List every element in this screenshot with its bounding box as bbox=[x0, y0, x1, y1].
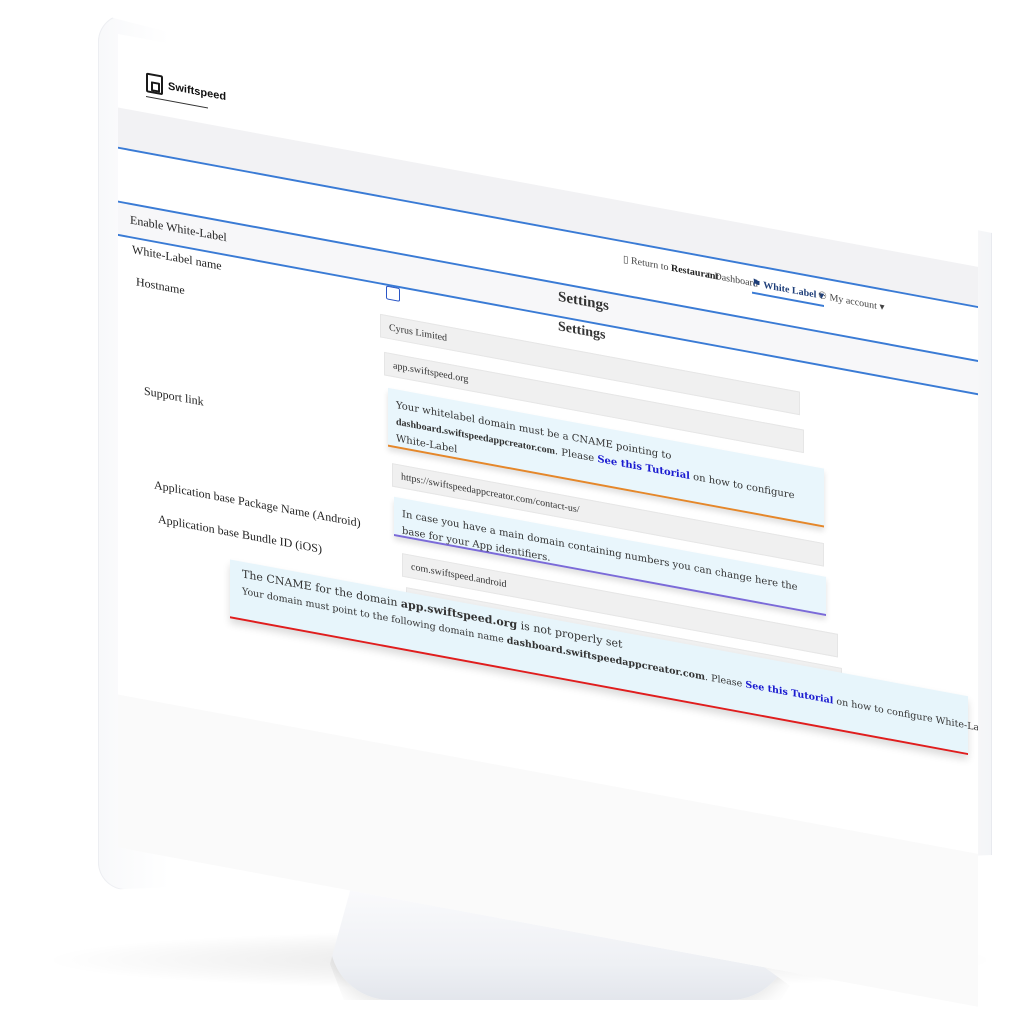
logo-icon bbox=[146, 72, 163, 96]
page-title: Settings bbox=[558, 289, 609, 315]
logo[interactable]: Swiftspeed bbox=[146, 72, 227, 107]
tag-icon: ⚑ bbox=[752, 277, 761, 291]
hostname-label: Hostname bbox=[136, 274, 185, 298]
mobile-icon: ▯ bbox=[623, 254, 629, 266]
nav-return-link[interactable]: ▯ Return to Restaurant bbox=[623, 254, 719, 283]
hostname-tutorial-link[interactable]: See this Tutorial bbox=[597, 454, 690, 482]
user-icon: ⚇ bbox=[818, 290, 827, 303]
alert-line2-please: . Please bbox=[705, 671, 743, 690]
hostname-note-please: . Please bbox=[554, 446, 595, 465]
nav-return-prefix: Return to bbox=[631, 255, 669, 274]
section-title: Settings bbox=[558, 319, 606, 343]
monitor-screen: Swiftspeed ▯ Return to Restaurant ⌂ Dash… bbox=[118, 34, 978, 1007]
home-icon: ⌂ bbox=[706, 269, 713, 282]
nav-white-label-label: White Label bbox=[763, 280, 817, 301]
nav-my-account-label: My account bbox=[829, 292, 877, 312]
caret-down-icon: ▾ bbox=[879, 301, 885, 314]
support-link-label: Support link bbox=[144, 383, 204, 409]
logo-text: Swiftspeed bbox=[168, 80, 227, 104]
enable-white-label-checkbox[interactable] bbox=[386, 285, 400, 302]
nav-white-label-link[interactable]: ⚑ White Label ▾ bbox=[752, 277, 824, 307]
nav-dashboard-link[interactable]: ⌂ Dashboard bbox=[706, 269, 758, 289]
nav-my-account-link[interactable]: ⚇ My account ▾ bbox=[818, 290, 885, 313]
